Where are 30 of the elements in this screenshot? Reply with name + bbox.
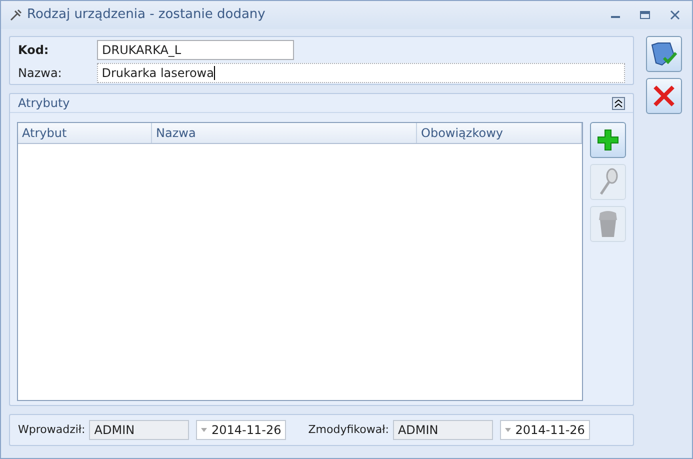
floppy-check-icon	[650, 41, 678, 67]
dropdown-icon	[504, 428, 511, 432]
trash-bin-icon	[597, 210, 619, 238]
code-label: Kod:	[18, 42, 50, 59]
attributes-title: Atrybuty	[18, 95, 70, 112]
close-icon	[652, 84, 676, 108]
created-date: 2014-11-26	[212, 422, 282, 439]
plus-icon	[597, 129, 619, 151]
modified-by-field: ADMIN	[392, 420, 493, 440]
collapse-button[interactable]	[612, 96, 625, 110]
save-button[interactable]	[646, 36, 682, 72]
modified-date: 2014-11-26	[515, 422, 585, 439]
column-header[interactable]: Nazwa	[152, 123, 417, 143]
created-by-field: ADMIN	[89, 420, 190, 440]
chevron-icon	[614, 98, 623, 108]
close-icon[interactable]	[670, 10, 680, 20]
maximize-icon[interactable]	[640, 11, 650, 19]
window-title: Rodzaj urządzenia - zostanie dodany	[27, 6, 266, 24]
code-field[interactable]: DRUKARKA_L	[97, 40, 294, 60]
magnifier-icon	[597, 168, 619, 196]
name-label: Nazwa:	[18, 65, 63, 82]
column-header[interactable]: Obowiązkowy	[417, 123, 582, 143]
cancel-button[interactable]	[646, 78, 682, 114]
modified-label: Zmodyfikował:	[308, 422, 389, 438]
column-header[interactable]: Atrybut	[18, 123, 152, 143]
dropdown-icon	[201, 428, 208, 432]
name-field[interactable]: Drukarka laserowa	[96, 63, 625, 83]
created-label: Wprowadził:	[18, 422, 86, 438]
tool-icon	[9, 8, 23, 22]
add-button[interactable]	[590, 122, 626, 158]
